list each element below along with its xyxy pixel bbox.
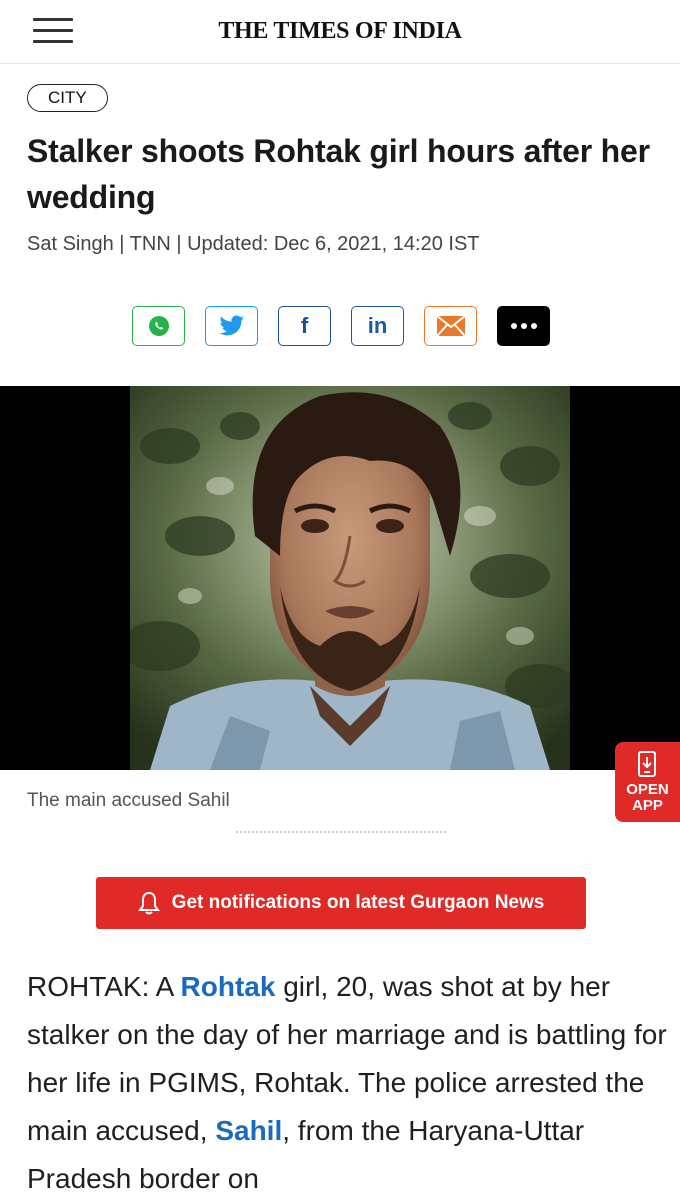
brand-logo[interactable]: THE TIMES OF INDIA (0, 18, 680, 45)
article-body-paragraph: ROHTAK: A Rohtak girl, 20, was shot at b… (27, 963, 667, 1200)
linkedin-icon: in (367, 313, 388, 338)
body-text-1: ROHTAK: A (27, 971, 181, 1002)
twitter-icon (219, 315, 244, 336)
caption-divider (236, 831, 446, 834)
bell-icon (137, 891, 160, 915)
email-icon (435, 315, 466, 337)
article-photo[interactable] (130, 386, 570, 770)
more-icon (510, 323, 537, 329)
open-app-label-line2: APP (632, 797, 663, 814)
linkedin-share-button[interactable]: in (351, 306, 404, 346)
article-image-frame (0, 386, 680, 770)
notifications-button[interactable]: Get notifications on latest Gurgaon News (96, 877, 586, 929)
facebook-icon: f (300, 313, 309, 338)
open-app-label-line1: OPEN (626, 781, 669, 798)
sahil-link[interactable]: Sahil (215, 1115, 282, 1146)
article-byline: Sat Singh | TNN | Updated: Dec 6, 2021, … (27, 233, 480, 255)
article-headline: Stalker shoots Rohtak girl hours after h… (27, 133, 650, 215)
whatsapp-icon (148, 316, 169, 336)
notifications-label: Get notifications on latest Gurgaon News (171, 892, 545, 913)
more-share-button[interactable] (497, 306, 550, 346)
facebook-share-button[interactable]: f (278, 306, 331, 346)
rohtak-link[interactable]: Rohtak (181, 971, 276, 1002)
whatsapp-share-button[interactable] (132, 306, 185, 346)
email-share-button[interactable] (424, 306, 477, 346)
image-caption: The main accused Sahil (27, 790, 230, 811)
section-tag[interactable]: CITY (27, 84, 108, 112)
open-app-button[interactable]: OPEN APP (615, 742, 680, 822)
phone-download-icon (638, 751, 656, 777)
twitter-share-button[interactable] (205, 306, 258, 346)
top-bar: THE TIMES OF INDIA (0, 0, 680, 64)
